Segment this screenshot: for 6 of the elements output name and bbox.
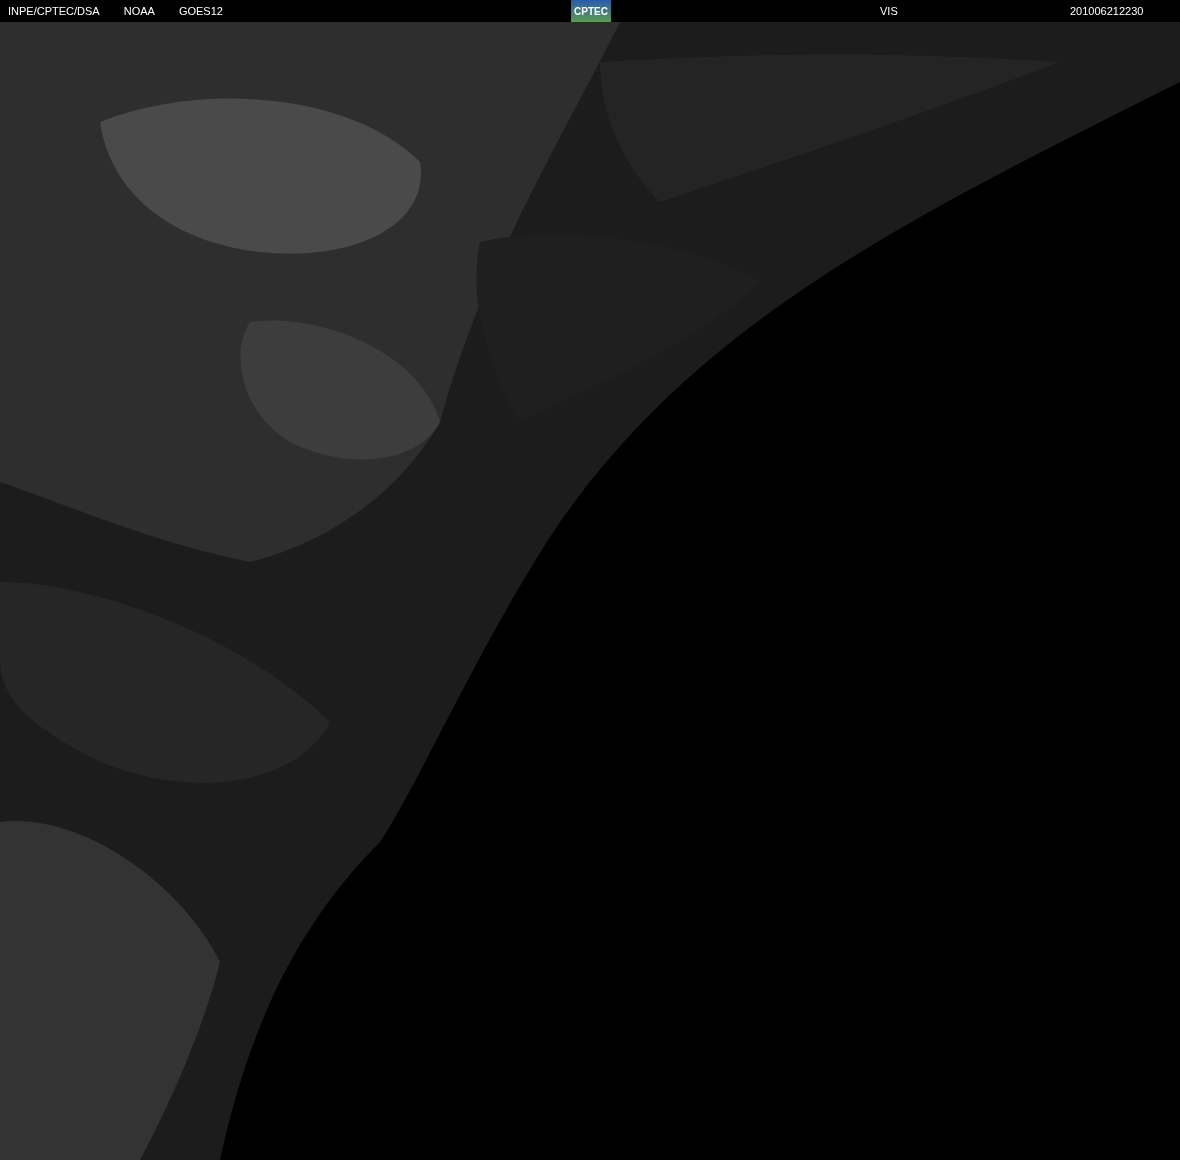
- header-label: INPE/CPTEC/DSA: [8, 5, 100, 17]
- header-label: NOAA: [123, 5, 155, 17]
- channel-label: VIS: [880, 5, 898, 17]
- logo: CPTEC: [571, 0, 611, 22]
- timestamp: 201006212230: [1070, 5, 1144, 17]
- header-label: GOES12: [178, 5, 223, 17]
